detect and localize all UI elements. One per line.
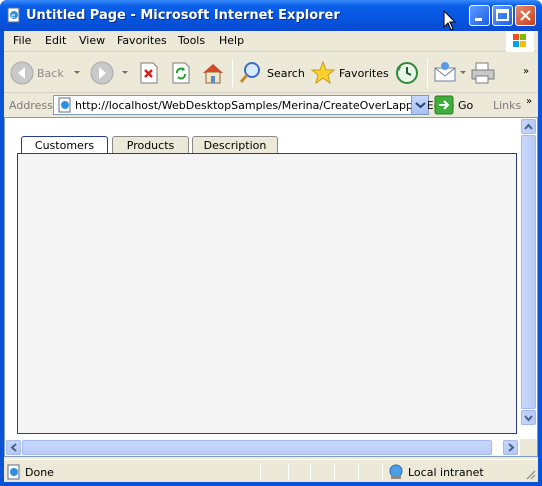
- menu-file[interactable]: File: [13, 34, 31, 47]
- menu-view[interactable]: View: [79, 34, 105, 47]
- refresh-button[interactable]: [170, 59, 192, 87]
- favorites-button[interactable]: Favorites: [310, 59, 389, 87]
- favorites-label: Favorites: [339, 66, 389, 80]
- chevron-right-icon: [508, 443, 515, 452]
- menu-favorites[interactable]: Favorites: [117, 34, 167, 47]
- status-separator: [358, 463, 359, 480]
- windows-logo: [506, 31, 534, 52]
- horizontal-scrollbar[interactable]: [5, 439, 520, 456]
- close-icon: [520, 10, 531, 21]
- maximize-icon: [496, 9, 509, 21]
- scrollbar-corner: [520, 439, 537, 456]
- search-button[interactable]: Search: [238, 59, 305, 87]
- address-url[interactable]: http://localhost/WebDesktopSamples/Merin…: [75, 99, 454, 112]
- toolbar-overflow-chevron-icon[interactable]: »: [523, 57, 529, 85]
- menu-tools[interactable]: Tools: [178, 34, 205, 47]
- horizontal-scroll-thumb[interactable]: [22, 440, 492, 455]
- favorites-icon: [310, 61, 336, 85]
- svg-text:e: e: [11, 12, 15, 20]
- standard-toolbar: Back Search Favorites »: [4, 53, 538, 93]
- mail-dropdown-arrow-icon[interactable]: [460, 71, 466, 74]
- mail-button[interactable]: [433, 59, 459, 87]
- scroll-left-button[interactable]: [6, 440, 21, 455]
- ie-page-icon: e: [7, 7, 20, 23]
- go-label: Go: [458, 98, 474, 112]
- vertical-scrollbar[interactable]: [520, 118, 537, 426]
- forward-dropdown-arrow-icon[interactable]: [122, 71, 128, 74]
- history-icon: [396, 62, 418, 84]
- address-label: Address: [9, 99, 53, 112]
- ie-window: e Untitled Page - Microsoft Internet Exp…: [0, 0, 542, 486]
- back-button[interactable]: Back: [10, 59, 64, 87]
- scroll-down-button[interactable]: [521, 410, 536, 425]
- chevron-up-icon: [524, 123, 533, 130]
- scroll-up-button[interactable]: [521, 119, 536, 134]
- status-bar: Done Local intranet: [4, 459, 538, 482]
- stop-button[interactable]: [138, 59, 160, 87]
- status-separator: [288, 463, 289, 480]
- search-icon: [239, 62, 260, 83]
- tab-panel: [17, 153, 517, 434]
- security-zone-text: Local intranet: [408, 466, 484, 479]
- chevron-left-icon: [10, 443, 17, 452]
- local-intranet-icon: [389, 464, 403, 479]
- home-icon: [203, 64, 223, 84]
- menu-help[interactable]: Help: [219, 34, 244, 47]
- ie-page-icon: [7, 464, 20, 480]
- page-content: Customers Products Description: [4, 117, 538, 457]
- back-label: Back: [37, 66, 64, 80]
- mail-icon: [434, 62, 456, 82]
- status-separator: [310, 463, 311, 480]
- close-button[interactable]: [515, 5, 536, 26]
- print-icon: [471, 62, 495, 84]
- address-dropdown-button[interactable]: [411, 96, 428, 114]
- status-text: Done: [25, 466, 54, 479]
- title-bar[interactable]: e Untitled Page - Microsoft Internet Exp…: [0, 0, 542, 31]
- print-button[interactable]: [470, 59, 496, 87]
- home-button[interactable]: [201, 59, 225, 87]
- windows-flag-icon: [513, 34, 526, 47]
- maximize-button[interactable]: [492, 5, 513, 26]
- address-bar: Address http://localhost/WebDesktopSampl…: [4, 94, 538, 116]
- tab-products[interactable]: Products: [112, 136, 189, 153]
- go-arrow-icon: [434, 95, 454, 115]
- vertical-scroll-thumb[interactable]: [521, 135, 536, 409]
- menu-bar: File Edit View Favorites Tools Help: [4, 31, 538, 52]
- chevron-down-icon: [524, 415, 533, 422]
- toolbar-separator: [427, 59, 428, 87]
- links-overflow-chevron-icon[interactable]: »: [526, 96, 532, 107]
- forward-button[interactable]: [90, 59, 114, 87]
- address-input[interactable]: http://localhost/WebDesktopSamples/Merin…: [53, 95, 454, 115]
- window-title: Untitled Page - Microsoft Internet Explo…: [26, 8, 340, 23]
- history-button[interactable]: [394, 59, 420, 87]
- browser-frame: File Edit View Favorites Tools Help Back…: [4, 31, 538, 482]
- refresh-icon: [172, 62, 190, 84]
- go-button[interactable]: Go: [434, 95, 473, 115]
- links-button[interactable]: Links: [493, 99, 521, 112]
- minimize-icon: [475, 18, 482, 21]
- tab-customers[interactable]: Customers: [21, 136, 108, 154]
- ie-page-icon: [58, 97, 71, 113]
- resize-grip-icon[interactable]: [524, 468, 536, 480]
- chevron-down-icon: [415, 102, 426, 109]
- tab-description[interactable]: Description: [192, 136, 278, 153]
- scroll-right-button[interactable]: [503, 440, 518, 455]
- status-separator: [334, 463, 335, 480]
- back-dropdown-arrow-icon[interactable]: [74, 71, 80, 74]
- search-label: Search: [267, 66, 305, 80]
- menu-edit[interactable]: Edit: [45, 34, 66, 47]
- status-separator: [260, 463, 261, 480]
- mouse-cursor-icon: [443, 10, 457, 31]
- back-icon: [10, 61, 34, 85]
- minimize-button[interactable]: [469, 5, 490, 26]
- toolbar-separator: [232, 59, 233, 87]
- status-separator: [382, 463, 383, 480]
- stop-icon: [140, 62, 158, 84]
- forward-icon: [90, 61, 114, 85]
